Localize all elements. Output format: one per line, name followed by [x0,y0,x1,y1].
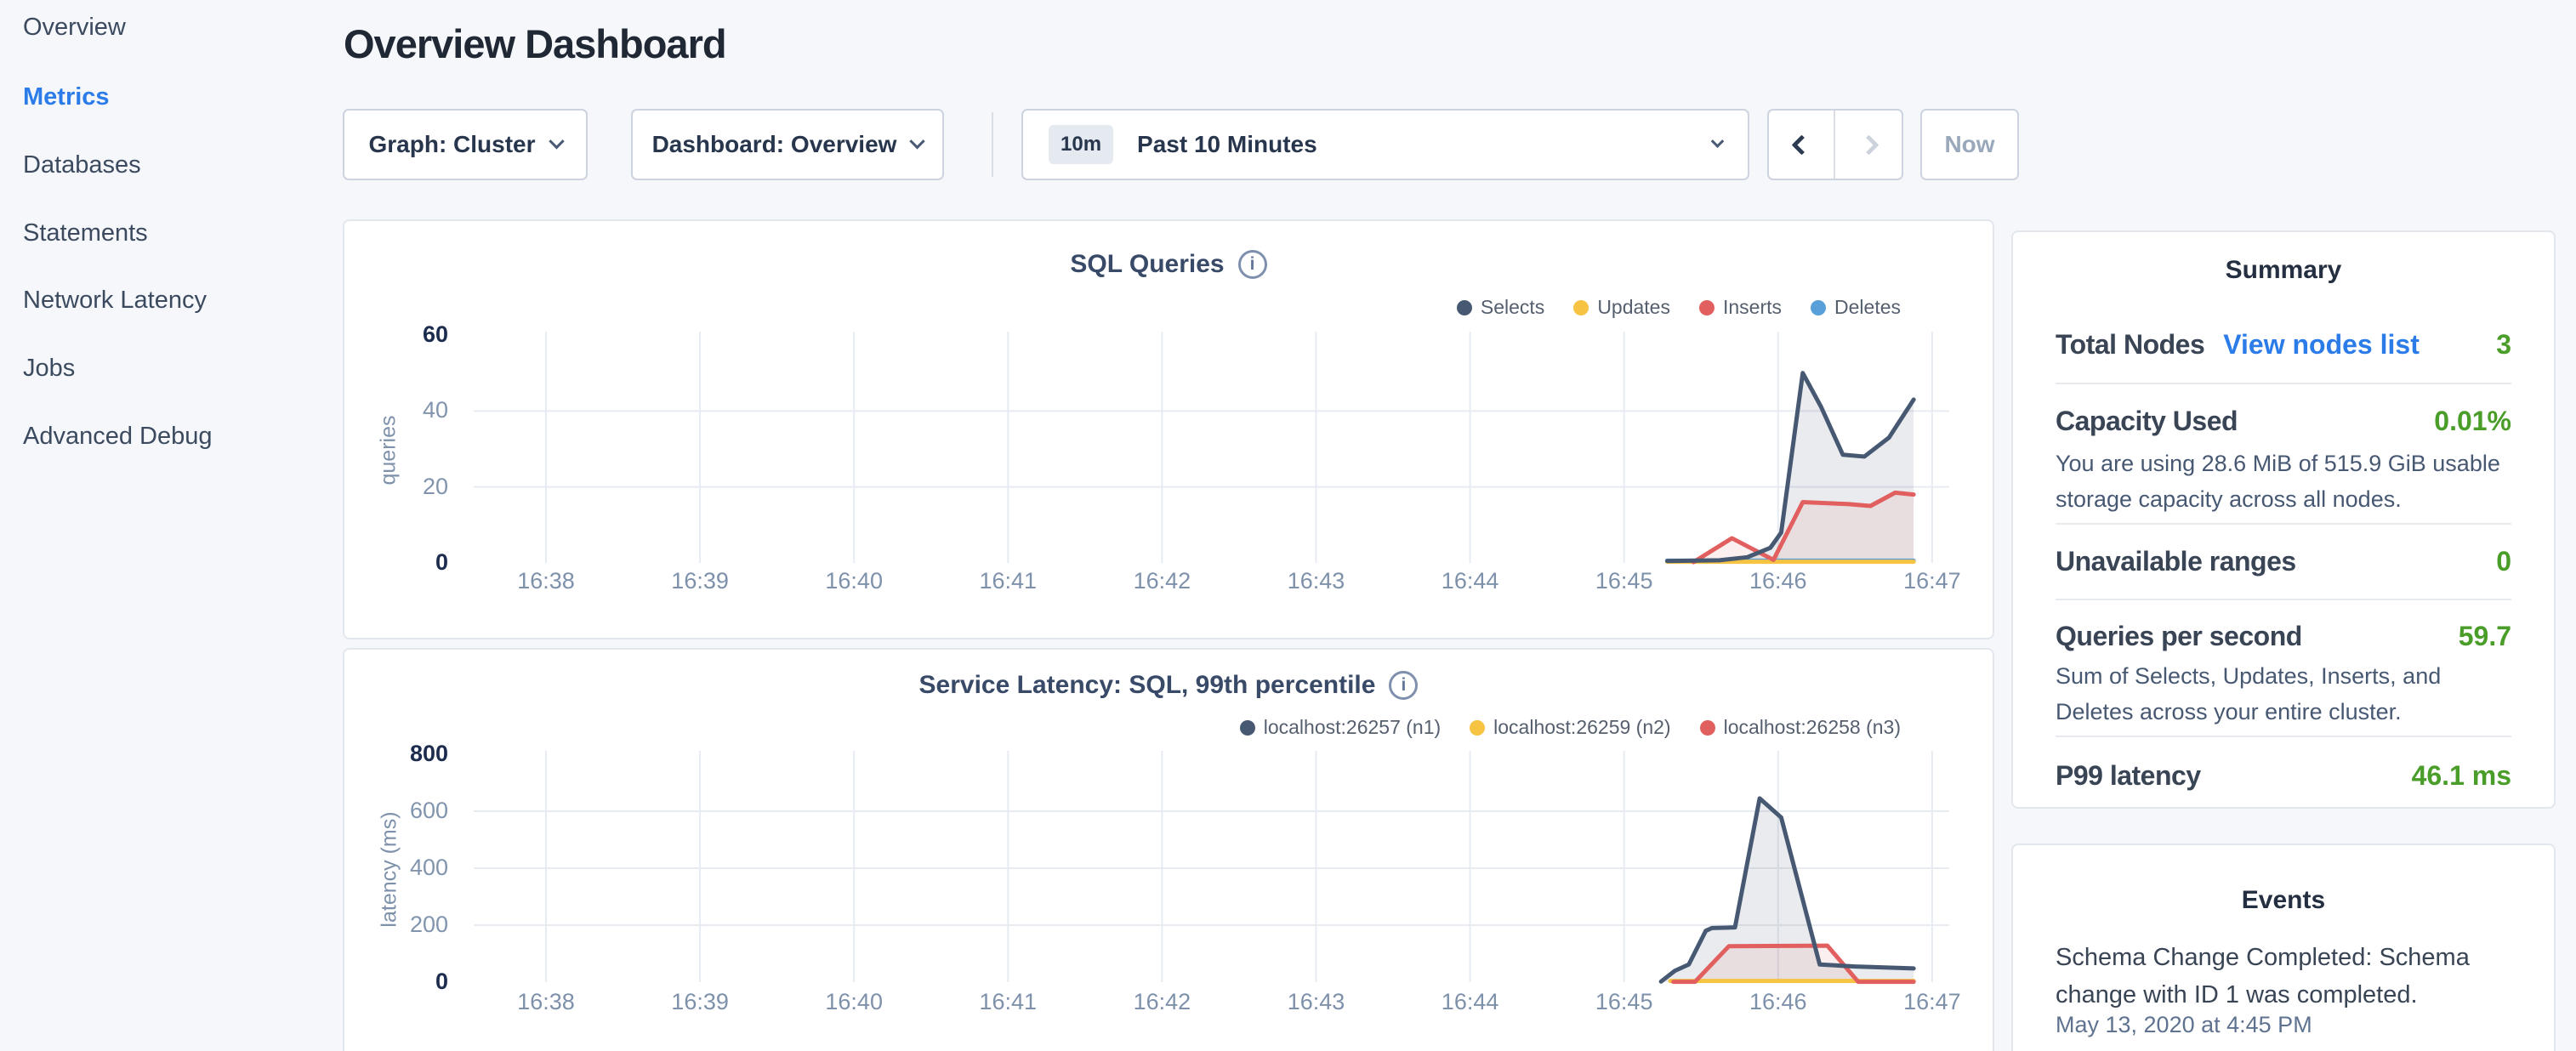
graph-scope-dropdown[interactable]: Graph: Cluster [343,109,588,180]
time-range-badge: 10m [1049,125,1113,164]
x-tick-label: 16:43 [1270,568,1363,594]
x-tick-label: 16:42 [1115,568,1208,594]
x-tick-label: 16:40 [807,989,901,1015]
summary-value: 59.7 [2459,621,2511,652]
summary-value: 0.01% [2434,406,2511,437]
x-tick-label: 16:43 [1270,989,1363,1015]
app-root: Overview Metrics Databases Statements Ne… [0,0,2576,1051]
x-tick-label: 16:46 [1732,989,1825,1015]
page-title: Overview Dashboard [344,20,726,67]
x-tick-label: 16:39 [653,568,747,594]
summary-label: P99 latency [2056,760,2201,792]
sidebar-item-metrics[interactable]: Metrics [23,83,110,111]
divider [2056,599,2511,600]
summary-row-total-nodes: Total Nodes View nodes list 3 [2056,329,2511,361]
x-tick-label: 16:44 [1424,568,1517,594]
summary-value: 0 [2496,546,2511,577]
now-button-label: Now [1944,131,1994,158]
divider [2056,383,2511,384]
view-nodes-list-link[interactable]: View nodes list [2223,329,2420,361]
x-tick-label: 16:47 [1885,568,1979,594]
next-time-button[interactable] [1835,111,1902,179]
sidebar-item-jobs[interactable]: Jobs [23,355,75,383]
summary-label: Queries per second [2056,621,2302,652]
controls-divider [992,112,993,177]
time-pager [1767,109,1903,180]
chevron-down-icon [910,134,925,149]
x-tick-label: 16:41 [961,568,1055,594]
x-tick-label: 16:45 [1578,568,1671,594]
x-tick-label: 16:38 [499,989,593,1015]
time-range-dropdown[interactable]: 10m Past 10 Minutes [1021,109,1749,180]
sidebar-item-databases[interactable]: Databases [23,151,141,179]
graph-scope-dropdown-label: Graph: Cluster [368,131,535,158]
divider [2056,523,2511,525]
time-range-label: Past 10 Minutes [1137,131,1317,158]
dashboard-dropdown-label: Dashboard: Overview [652,131,897,158]
event-timestamp: May 13, 2020 at 4:45 PM [2056,1012,2515,1038]
summary-value: 46.1 ms [2412,760,2511,792]
sidebar-item-statements[interactable]: Statements [23,219,148,247]
summary-label: Total Nodes [2056,329,2204,361]
sql-queries-chart-card: SQL Queries i Selects Updates Inserts De… [343,219,1994,639]
chevron-down-icon [549,134,564,149]
sidebar-item-network-latency[interactable]: Network Latency [23,287,207,315]
chevron-left-icon [1791,134,1811,155]
x-tick-label: 16:45 [1578,989,1671,1015]
events-heading: Events [2013,886,2554,915]
x-tick-label: 16:38 [499,568,593,594]
x-tick-label: 16:40 [807,568,901,594]
summary-row-p99-latency: P99 latency 46.1 ms [2056,760,2511,792]
service-latency-chart-card: Service Latency: SQL, 99th percentile i … [343,648,1994,1051]
summary-row-capacity-used: Capacity Used 0.01% [2056,406,2511,437]
dashboard-dropdown[interactable]: Dashboard: Overview [631,109,944,180]
x-tick-label: 16:39 [653,989,747,1015]
prev-time-button[interactable] [1769,111,1835,179]
x-tick-label: 16:46 [1732,568,1825,594]
summary-label: Capacity Used [2056,406,2238,437]
summary-description: Sum of Selects, Updates, Inserts, and De… [2056,658,2516,730]
x-tick-label: 16:41 [961,989,1055,1015]
divider [2056,736,2511,737]
summary-description: You are using 28.6 MiB of 515.9 GiB usab… [2056,446,2516,517]
summary-label: Unavailable ranges [2056,546,2296,577]
summary-panel: Summary Total Nodes View nodes list 3 Ca… [2011,230,2556,809]
sidebar-item-overview[interactable]: Overview [23,14,126,42]
x-tick-label: 16:47 [1885,989,1979,1015]
events-panel: Events Schema Change Completed: Schema c… [2011,844,2556,1051]
summary-row-unavailable-ranges: Unavailable ranges 0 [2056,546,2511,577]
chevron-right-icon [1858,134,1879,155]
summary-value: 3 [2496,329,2511,361]
sidebar-item-advanced-debug[interactable]: Advanced Debug [23,423,213,451]
event-message: Schema Change Completed: Schema change w… [2056,939,2515,1014]
now-button[interactable]: Now [1920,109,2019,180]
x-tick-label: 16:44 [1424,989,1517,1015]
chevron-down-icon [1711,134,1725,148]
summary-heading: Summary [2013,256,2554,285]
summary-row-queries-per-second: Queries per second 59.7 [2056,621,2511,652]
x-tick-label: 16:42 [1115,989,1208,1015]
